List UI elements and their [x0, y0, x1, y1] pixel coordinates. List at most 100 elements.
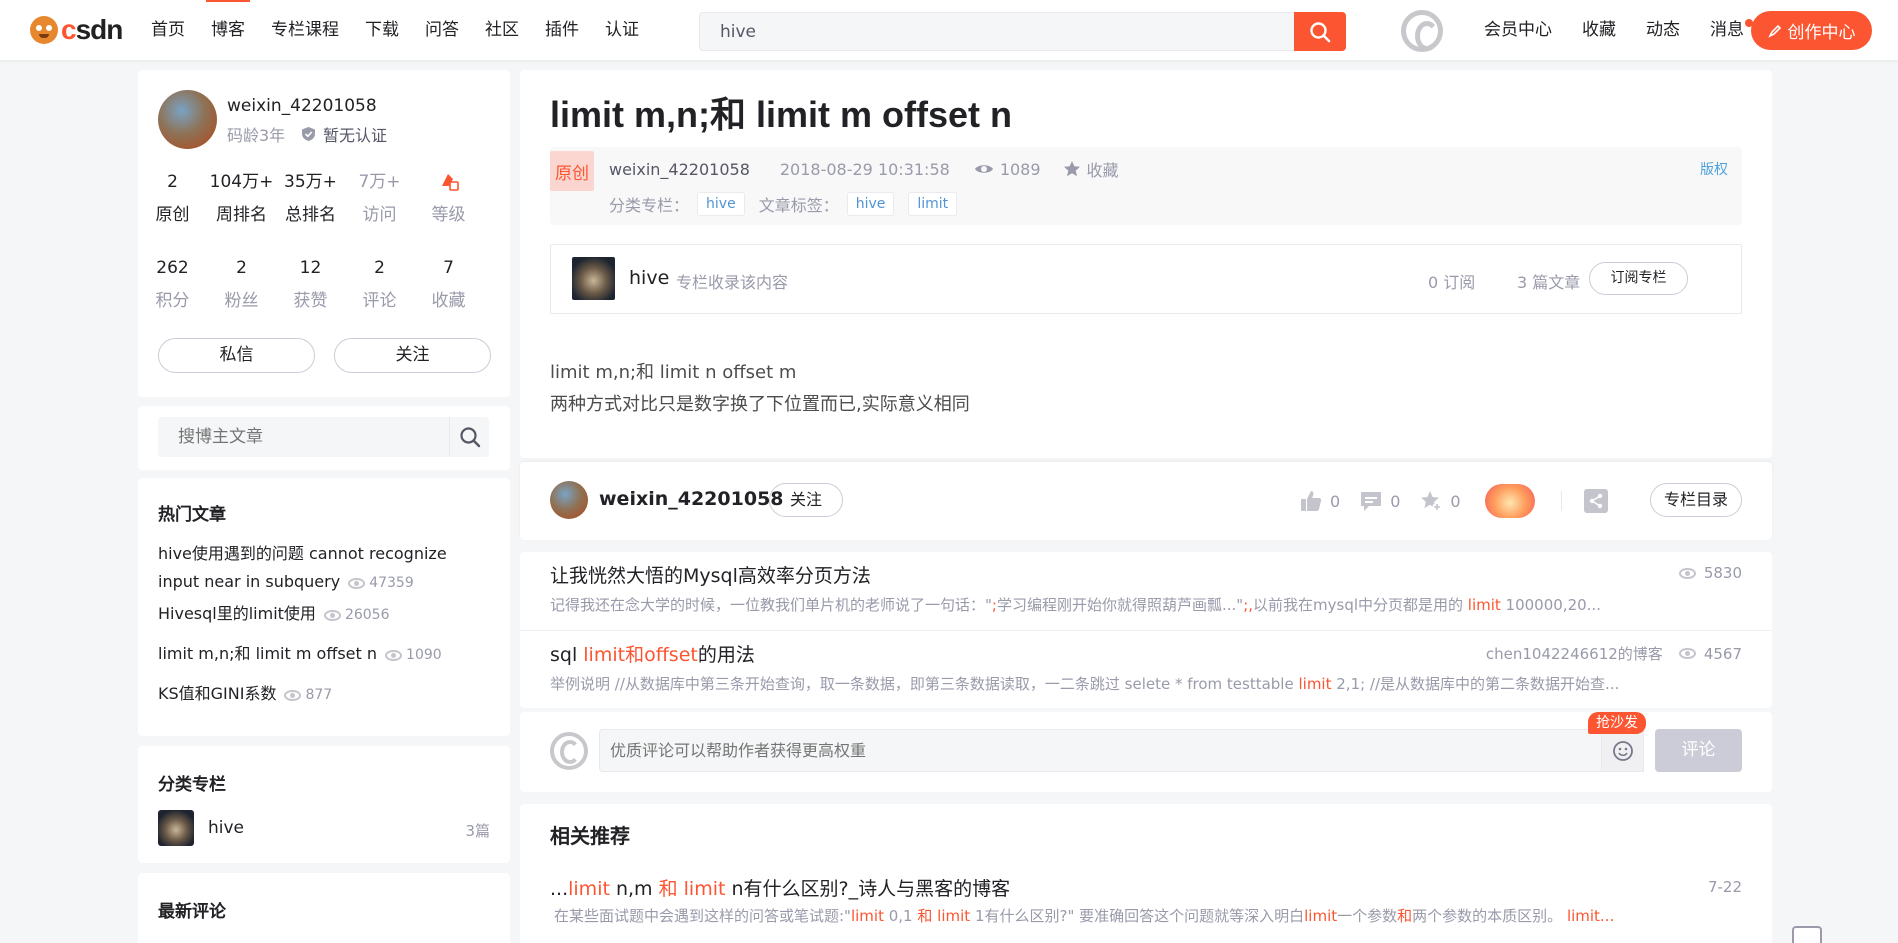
- search-icon: [1310, 21, 1331, 42]
- nav-cert[interactable]: 认证: [605, 0, 639, 60]
- grab-sofa-badge: 抢沙发: [1588, 712, 1646, 734]
- stat-level[interactable]: 等级: [414, 170, 483, 225]
- author-name[interactable]: weixin_42201058: [227, 96, 377, 116]
- favorite-count: 0: [1450, 491, 1461, 511]
- emoji-button[interactable]: [1602, 729, 1644, 772]
- link-favorites[interactable]: 收藏: [1582, 0, 1616, 60]
- follow-button[interactable]: 关注: [334, 338, 491, 373]
- floating-edit-icon[interactable]: [1792, 926, 1822, 943]
- tags-label: 文章标签：: [758, 196, 839, 215]
- desc-text: 两个参数的本质区别。: [1412, 907, 1567, 925]
- comment-submit-button[interactable]: 评论: [1655, 729, 1742, 772]
- star-plus-icon: [1421, 491, 1442, 512]
- view-count: 26056: [323, 607, 389, 623]
- reward-badge-icon[interactable]: [1484, 484, 1535, 518]
- comment-button[interactable]: 0: [1360, 490, 1400, 512]
- favorite-label: 收藏: [1086, 161, 1119, 180]
- nav-plugin[interactable]: 插件: [545, 0, 579, 60]
- title-highlight: limit: [568, 878, 610, 900]
- hot-article-item[interactable]: KS值和GINI系数 877: [158, 680, 488, 709]
- column-name[interactable]: hive: [629, 267, 669, 289]
- top-search-button[interactable]: [1294, 12, 1346, 51]
- subscribe-column-button[interactable]: 订阅专栏: [1589, 262, 1688, 295]
- related-recommend: 相关推荐 ...limit n,m 和 limit n有什么区别?_诗人与黑客的…: [520, 804, 1772, 943]
- comment-input[interactable]: [599, 729, 1602, 772]
- toolbar-follow-button[interactable]: 关注: [769, 483, 843, 517]
- column-articles: 3 篇文章: [1517, 273, 1581, 292]
- nav-community[interactable]: 社区: [485, 0, 519, 60]
- private-message-button[interactable]: 私信: [158, 338, 315, 373]
- link-activity[interactable]: 动态: [1646, 0, 1680, 60]
- related-title: 相关推荐: [550, 824, 630, 848]
- create-center-button[interactable]: 创作中心: [1751, 11, 1872, 50]
- column-thumbnail[interactable]: [158, 810, 194, 846]
- stat-value: 12: [299, 258, 322, 278]
- view-count-value: 1090: [406, 647, 442, 663]
- top-search-box: [699, 12, 1346, 51]
- article-tag[interactable]: hive: [846, 192, 895, 216]
- favorite-button[interactable]: 0: [1420, 490, 1461, 512]
- stat-label: 总排名: [285, 205, 336, 225]
- copyright-link[interactable]: 版权: [1700, 159, 1728, 179]
- desc-text: 以前我在mysql中分页都是用的: [1253, 596, 1468, 614]
- csdn-logo[interactable]: csdn: [30, 14, 123, 46]
- stat-value: 2: [167, 172, 178, 192]
- recommend-title[interactable]: sql limit和offset的用法: [550, 640, 755, 667]
- column-directory-button[interactable]: 专栏目录: [1650, 483, 1742, 517]
- star-icon: [1063, 161, 1080, 177]
- hot-article-item[interactable]: hive使用遇到的问题 cannot recognize input near …: [158, 540, 488, 597]
- desc-highlight: ;,: [1243, 596, 1254, 614]
- eye-icon: [1678, 567, 1696, 579]
- main-nav: 首页 博客 专栏课程 下载 问答 社区 插件 认证: [151, 0, 665, 60]
- recommend-list: 让我恍然大悟的Mysql高效率分页方法 5830 记得我还在念大学的时候，一位教…: [520, 552, 1772, 708]
- stat-week-rank[interactable]: 104万+ 周排名: [207, 170, 276, 225]
- like-button[interactable]: 0: [1300, 490, 1340, 512]
- hot-article-item[interactable]: Hivesql里的limit使用 26056: [158, 600, 488, 629]
- link-messages[interactable]: 消息: [1710, 0, 1753, 60]
- blog-search-button[interactable]: [449, 417, 489, 457]
- desc-highlight: limit: [937, 907, 971, 925]
- nav-download[interactable]: 下载: [365, 0, 399, 60]
- recommend-views: 5830: [1678, 564, 1742, 582]
- article-tag[interactable]: limit: [908, 192, 958, 216]
- title-highlight: 和: [658, 878, 678, 900]
- blog-search-input[interactable]: [158, 417, 448, 457]
- stat-fans[interactable]: 2 粉丝: [207, 256, 276, 311]
- column-name[interactable]: hive: [208, 818, 244, 838]
- stat-label: 获赞: [293, 291, 328, 311]
- author-avatar[interactable]: [158, 90, 217, 149]
- desc-text: 一个参数: [1337, 907, 1398, 925]
- nav-blog[interactable]: 博客: [206, 0, 250, 60]
- view-count-value: 47359: [369, 575, 414, 591]
- hot-article-title: Hivesql里的limit使用: [158, 604, 316, 623]
- recommend-title[interactable]: 让我恍然大悟的Mysql高效率分页方法: [550, 561, 871, 588]
- category-tag[interactable]: hive: [697, 192, 745, 216]
- stat-original[interactable]: 2 原创: [138, 170, 207, 225]
- top-search-input[interactable]: [700, 13, 1295, 50]
- nav-qa[interactable]: 问答: [425, 0, 459, 60]
- stat-label: 积分: [155, 291, 190, 311]
- recommend-view-count: 5830: [1703, 564, 1742, 582]
- stats-row-2: 262 积分 2 粉丝 12 获赞 2 评论 7 收藏: [138, 256, 510, 311]
- column-article-count: 3篇: [465, 822, 490, 840]
- column-thumbnail[interactable]: [572, 257, 615, 300]
- recommend-item[interactable]: sql limit和offset的用法 chen1042246612的博客 45…: [520, 630, 1772, 708]
- recommend-item[interactable]: 让我恍然大悟的Mysql高效率分页方法 5830 记得我还在念大学的时候，一位教…: [520, 552, 1772, 630]
- user-avatar[interactable]: [1401, 10, 1443, 52]
- hot-article-item[interactable]: limit m,n;和 limit m offset n 1090: [158, 640, 488, 669]
- author-avatar[interactable]: [550, 481, 588, 519]
- favorite-link[interactable]: 收藏: [1063, 157, 1119, 181]
- recommend-meta: chen1042246612的博客 4567: [1486, 643, 1742, 664]
- recommend-author[interactable]: chen1042246612的博客: [1486, 643, 1663, 664]
- toolbar-author-name[interactable]: weixin_42201058: [599, 488, 784, 510]
- stat-total-rank[interactable]: 35万+ 总排名: [276, 170, 345, 225]
- link-vip[interactable]: 会员中心: [1484, 0, 1552, 60]
- nav-courses[interactable]: 专栏课程: [271, 0, 339, 60]
- share-button[interactable]: [1583, 489, 1608, 513]
- title-text: sql: [550, 644, 584, 666]
- stat-points: 262 积分: [138, 256, 207, 311]
- article-author[interactable]: weixin_42201058: [609, 160, 750, 179]
- nav-home[interactable]: 首页: [151, 0, 185, 60]
- cert-status: 暂无认证: [301, 122, 387, 146]
- related-item-title[interactable]: ...limit n,m 和 limit n有什么区别?_诗人与黑客的博客: [550, 874, 1010, 901]
